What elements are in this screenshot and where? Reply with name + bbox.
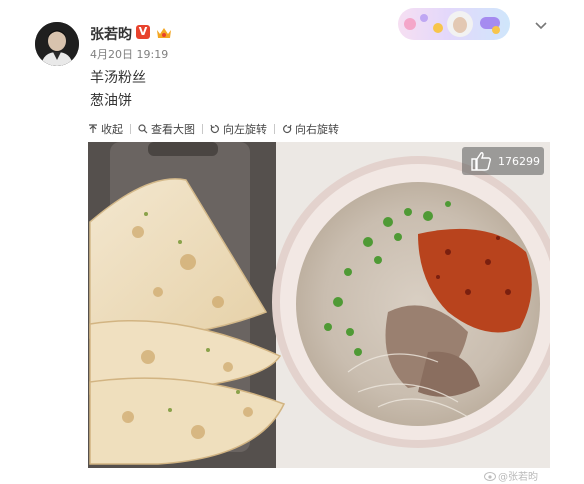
username[interactable]: 张若昀 xyxy=(90,24,132,44)
post-header: 张若昀 V 4月20日 19:19 羊汤粉丝 葱油饼 xyxy=(0,0,584,120)
post-text-line: 羊汤粉丝 xyxy=(90,70,146,86)
avatar[interactable] xyxy=(35,22,79,66)
collapse-label: 收起 xyxy=(101,123,123,136)
like-count: 176299 xyxy=(498,154,540,168)
post-image[interactable] xyxy=(88,142,550,468)
toolbar-divider xyxy=(130,124,131,134)
thumbs-up-icon xyxy=(471,152,492,171)
chevron-down-icon[interactable] xyxy=(532,16,550,34)
view-large-label: 查看大图 xyxy=(151,123,195,136)
like-overlay[interactable]: 176299 xyxy=(462,147,544,175)
post-time[interactable]: 4月20日 19:19 xyxy=(90,46,168,62)
card-decoration xyxy=(398,8,510,40)
rotate-right-icon xyxy=(283,124,292,134)
rotate-right-label: 向右旋转 xyxy=(295,123,339,136)
post-text-line: 葱油饼 xyxy=(90,93,132,109)
rotate-left-label: 向左旋转 xyxy=(223,123,267,136)
rotate-left-button[interactable]: 向左旋转 xyxy=(210,121,267,137)
verified-v-badge: V xyxy=(136,25,150,39)
toolbar-divider xyxy=(274,124,275,134)
watermark: @张若昀 xyxy=(484,468,538,483)
view-large-button[interactable]: 查看大图 xyxy=(138,121,195,137)
collapse-button[interactable]: 收起 xyxy=(88,121,123,137)
toolbar-divider xyxy=(202,124,203,134)
collapse-icon xyxy=(89,124,97,133)
member-crown-icon xyxy=(156,25,172,39)
weibo-logo-icon xyxy=(484,472,496,481)
watermark-text: @张若昀 xyxy=(498,472,538,483)
image-toolbar: 收起 查看大图 向左旋转 向右旋转 xyxy=(88,120,488,138)
zoom-icon xyxy=(138,124,148,134)
rotate-right-button[interactable]: 向右旋转 xyxy=(282,121,339,137)
rotate-left-icon xyxy=(210,124,219,134)
